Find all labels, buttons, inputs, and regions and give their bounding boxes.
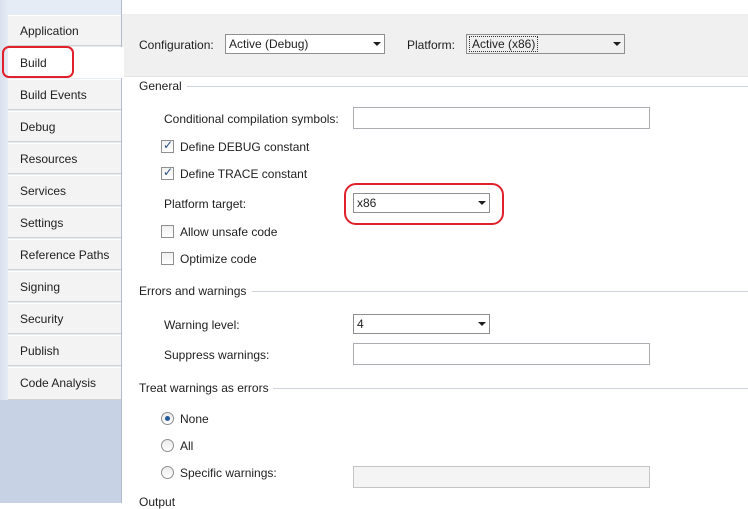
section-divider [252,291,748,292]
define-debug-checkbox[interactable] [161,138,174,153]
conditional-symbols-label: Conditional compilation symbols: [164,112,339,126]
tab-code-analysis[interactable]: Code Analysis [8,367,122,400]
platform-target-value: x86 [357,196,377,210]
section-title-errors-warnings: Errors and warnings [139,284,247,298]
section-title-general: General [139,79,182,93]
section-divider [187,86,748,87]
optimize-code-label: Optimize code [180,252,257,266]
tab-resources[interactable]: Resources [8,143,122,174]
conditional-symbols-input[interactable] [353,107,650,129]
treat-warnings-all-radio[interactable] [161,439,174,452]
section-title-output: Output [139,495,176,509]
configuration-dropdown[interactable]: Active (Debug) [225,34,385,54]
top-strip [122,0,748,14]
optimize-code-checkbox[interactable] [161,252,174,265]
platform-label: Platform: [407,38,456,52]
treat-warnings-specific-radio[interactable] [161,466,174,479]
tab-build[interactable]: Build [8,47,124,78]
treat-warnings-none-label: None [180,412,209,426]
configuration-label: Configuration: [139,38,214,52]
tab-reference-paths[interactable]: Reference Paths [8,239,122,270]
treat-warnings-all-label: All [180,439,194,453]
property-tabs-sidebar: Application Build Build Events Debug Res… [0,0,124,503]
tab-settings[interactable]: Settings [8,207,122,238]
allow-unsafe-label: Allow unsafe code [180,225,278,239]
tab-debug[interactable]: Debug [8,111,122,142]
tab-security[interactable]: Security [8,303,122,334]
configuration-value: Active (Debug) [229,37,309,51]
sidebar-empty-area [0,400,122,503]
section-divider [273,388,748,389]
warning-level-dropdown[interactable]: 4 [353,314,490,334]
suppress-warnings-input[interactable] [353,343,650,365]
tab-signing[interactable]: Signing [8,271,122,302]
chevron-down-icon [473,315,489,333]
platform-target-dropdown[interactable]: x86 [353,193,490,213]
tab-publish[interactable]: Publish [8,335,122,366]
tab-services[interactable]: Services [8,175,122,206]
define-trace-label: Define TRACE constant [180,167,308,181]
configuration-bar: Configuration: Active (Debug) Platform: … [122,14,748,77]
platform-value: Active (x86) [469,36,539,52]
allow-unsafe-checkbox[interactable] [161,225,174,238]
define-trace-checkbox[interactable] [161,165,174,180]
chevron-down-icon [608,35,624,53]
platform-dropdown[interactable]: Active (x86) [466,34,625,54]
warning-level-value: 4 [357,317,364,331]
define-debug-label: Define DEBUG constant [180,140,310,154]
chevron-down-icon [368,35,384,53]
suppress-warnings-label: Suppress warnings: [164,348,270,362]
chevron-down-icon [473,194,489,212]
build-settings-pane: Configuration: Active (Debug) Platform: … [122,0,748,509]
section-title-treat-warnings: Treat warnings as errors [139,381,269,395]
platform-target-label: Platform target: [164,197,247,211]
treat-warnings-none-radio[interactable] [161,412,174,425]
tab-application[interactable]: Application [8,15,122,46]
specific-warnings-input[interactable] [353,466,650,488]
warning-level-label: Warning level: [164,318,240,332]
treat-warnings-specific-label: Specific warnings: [180,466,277,480]
tab-build-events[interactable]: Build Events [8,79,122,110]
